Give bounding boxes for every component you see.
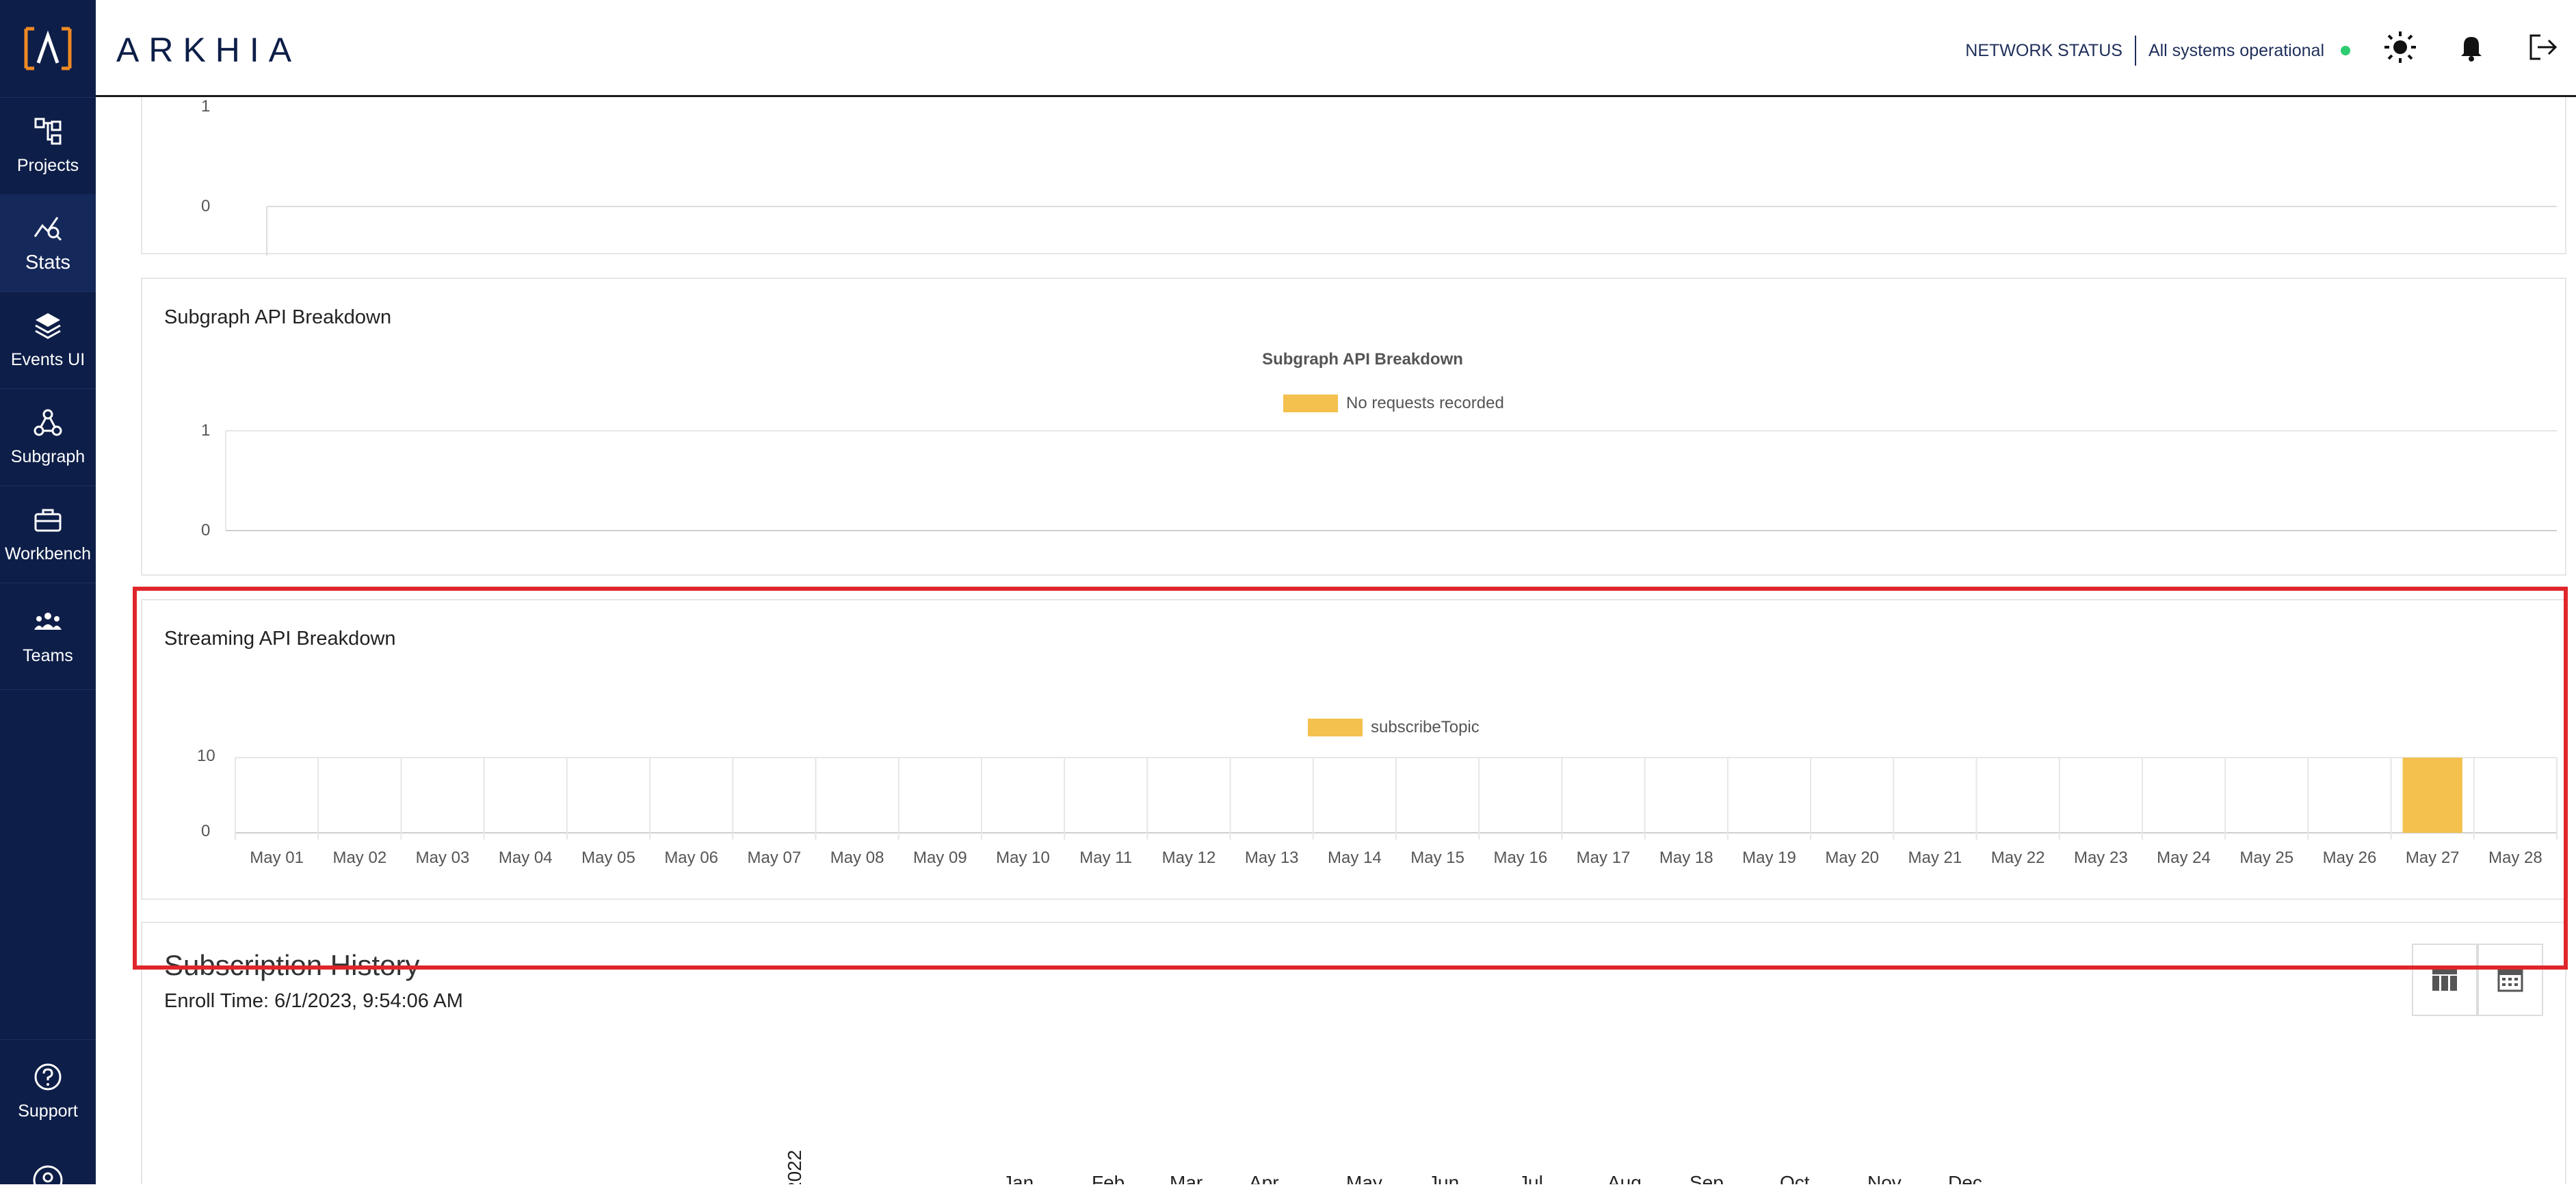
x-tick-label: May 06 (664, 849, 718, 867)
toolbox-icon (34, 509, 62, 531)
bar (2402, 758, 2462, 833)
x-tick-label: May 28 (2488, 849, 2542, 867)
sidebar-item-label: Teams (23, 645, 73, 665)
x-tick-label: May 24 (2157, 849, 2211, 867)
x-tick-label: May 11 (1079, 849, 1132, 867)
x-tick-label: May 19 (1742, 849, 1796, 867)
arkhia-logo-icon (24, 27, 72, 70)
x-tick-label: May 25 (2239, 849, 2294, 867)
sidebar-item-label: Support (18, 1101, 78, 1121)
top-chart-card: 1 0 (141, 97, 2566, 256)
subscription-heatmap (142, 923, 2568, 1184)
sidebar-item-label: Events UI (10, 349, 86, 369)
network-status-label: NETWORK STATUS (1965, 40, 2122, 60)
layers-icon (35, 312, 61, 339)
help-circle-icon (34, 1063, 62, 1090)
sidebar-item-label: Stats (25, 251, 71, 274)
user-circle-icon[interactable] (31, 1164, 64, 1197)
x-tick-label: May 13 (1245, 849, 1299, 867)
x-tick-label: May 21 (1908, 849, 1962, 867)
network-status-value: All systems operational (2148, 40, 2324, 60)
status-divider (2134, 36, 2136, 66)
top-chart (266, 206, 2557, 256)
y-tick-label: 1 (201, 97, 211, 116)
y-tick-label: 10 (197, 747, 215, 765)
status-indicator-dot (2341, 46, 2350, 55)
theme-toggle-sun-icon[interactable] (2383, 30, 2417, 64)
sidebar-item-label: Subgraph (10, 446, 86, 466)
subgraph-breakdown-card: Subgraph API Breakdown Subgraph API Brea… (141, 278, 2566, 576)
subgraph-icon (34, 409, 62, 436)
x-tick-label: May 10 (996, 849, 1050, 867)
network-status: NETWORK STATUS All systems operational (1965, 36, 2350, 66)
sidebar-item-label: Projects (16, 155, 79, 175)
sidebar: Projects Stats Events UI Subgraph Workbe… (0, 0, 96, 1195)
top-header: ARKHIA NETWORK STATUS All systems operat… (96, 0, 2576, 97)
x-tick-label: May 17 (1577, 849, 1631, 867)
sidebar-item-stats[interactable]: Stats (0, 194, 96, 292)
x-tick-label: May 04 (499, 849, 553, 867)
x-tick-label: May 02 (332, 849, 386, 867)
streaming-bar-chart: May 01 May 02 May 03 May 04 May 05 May 06 May … (235, 757, 2558, 867)
x-tick-label: May 03 (416, 849, 470, 867)
brand-name: ARKHIA (116, 31, 302, 69)
subscription-history-card: Subscription History Enroll Time: 6/1/20… (141, 922, 2566, 1184)
x-tick-label: May 23 (2074, 849, 2128, 867)
sidebar-item-label: Workbench (5, 544, 91, 563)
bell-icon[interactable] (2454, 30, 2488, 64)
x-tick-label: May 26 (2323, 849, 2377, 867)
sidebar-item-events-ui[interactable]: Events UI (0, 291, 96, 389)
projects-icon (34, 118, 62, 144)
sidebar-item-support[interactable]: Support (0, 1039, 96, 1143)
y-tick-label: 0 (201, 822, 211, 840)
x-tick-label: May 16 (1493, 849, 1547, 867)
x-tick-label: May 20 (1825, 849, 1879, 867)
sidebar-item-projects[interactable]: Projects (0, 97, 96, 195)
x-tick-label: May 14 (1328, 849, 1382, 867)
x-tick-label: May 12 (1162, 849, 1216, 867)
sidebar-item-workbench[interactable]: Workbench (0, 485, 96, 583)
x-tick-label: May 05 (581, 849, 635, 867)
x-tick-label: May 01 (250, 849, 304, 867)
y-tick-label: 1 (201, 421, 211, 440)
x-tick-label: May 07 (748, 849, 802, 867)
x-tick-label: May 22 (1991, 849, 2045, 867)
logout-icon[interactable] (2525, 30, 2560, 64)
x-tick-label: May 27 (2406, 849, 2460, 867)
stats-icon (34, 216, 62, 241)
x-tick-label: May 08 (830, 849, 884, 867)
x-tick-label: May 15 (1410, 849, 1464, 867)
sidebar-item-teams[interactable]: Teams (0, 583, 96, 690)
y-tick-label: 0 (201, 521, 211, 539)
x-tick-label: May 18 (1659, 849, 1713, 867)
x-tick-label: May 09 (913, 849, 967, 867)
main-content: 1 0 Subgraph API Breakdown Subgraph API … (96, 97, 2576, 1184)
arkhia-logo[interactable] (0, 0, 96, 98)
subgraph-chart (225, 430, 2557, 531)
teams-icon (34, 612, 62, 630)
y-tick-label: 0 (201, 197, 211, 215)
sidebar-item-subgraph[interactable]: Subgraph (0, 388, 96, 486)
streaming-breakdown-card: Streaming API Breakdown subscribeTopic M… (141, 599, 2566, 900)
